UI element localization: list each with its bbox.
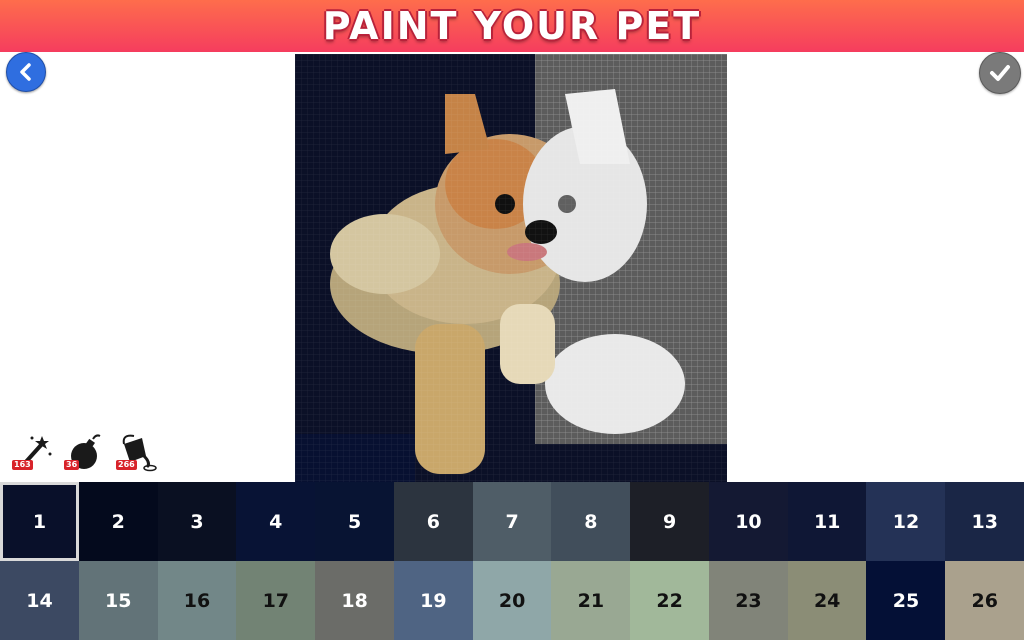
palette-swatch-label: 14 xyxy=(26,589,53,612)
palette-swatch-label: 12 xyxy=(892,510,920,533)
palette-swatch-label: 24 xyxy=(813,589,841,612)
chevron-left-icon xyxy=(20,63,31,81)
color-palette: 1 2 3 4 5 6 7 8 9 10 11 12 13 14 15 16 17 18 19 20 21 22 23 24 2… xyxy=(0,482,1024,640)
palette-swatch-label: 23 xyxy=(735,589,762,612)
bomb-tool[interactable]: 36 xyxy=(62,430,106,474)
palette-swatch-label: 6 xyxy=(426,510,440,533)
palette-swatch-22[interactable]: 22 xyxy=(630,561,710,640)
palette-swatch-15[interactable]: 15 xyxy=(78,561,158,640)
palette-swatch-17[interactable]: 17 xyxy=(236,561,316,640)
palette-swatch-24[interactable]: 24 xyxy=(787,561,867,640)
palette-swatch-label: 8 xyxy=(584,510,598,533)
palette-swatch-18[interactable]: 18 xyxy=(315,561,395,640)
palette-swatch-label: 26 xyxy=(971,589,998,612)
paint-bucket-tool[interactable]: 266 xyxy=(114,430,158,474)
palette-swatch-20[interactable]: 20 xyxy=(472,561,552,640)
palette-swatch-11[interactable]: 11 xyxy=(787,482,867,561)
palette-swatch-21[interactable]: 21 xyxy=(551,561,631,640)
palette-swatch-12[interactable]: 12 xyxy=(866,482,946,561)
paint-canvas[interactable] xyxy=(295,54,727,482)
palette-swatch-label: 25 xyxy=(892,589,920,612)
palette-swatch-14[interactable]: 14 xyxy=(0,561,79,640)
palette-swatch-label: 10 xyxy=(735,510,762,533)
palette-swatch-label: 19 xyxy=(420,589,447,612)
palette-swatch-3[interactable]: 3 xyxy=(157,482,237,561)
palette-swatch-label: 13 xyxy=(971,510,998,533)
confirm-button[interactable] xyxy=(979,52,1021,94)
palette-swatch-23[interactable]: 23 xyxy=(708,561,788,640)
palette-swatch-16[interactable]: 16 xyxy=(157,561,237,640)
palette-swatch-label: 11 xyxy=(813,510,841,533)
bomb-count: 36 xyxy=(64,460,80,470)
palette-swatch-8[interactable]: 8 xyxy=(551,482,631,561)
palette-swatch-6[interactable]: 6 xyxy=(393,482,473,561)
palette-swatch-19[interactable]: 19 xyxy=(393,561,473,640)
paint-bucket-count: 266 xyxy=(116,460,137,470)
palette-swatch-4[interactable]: 4 xyxy=(236,482,316,561)
palette-swatch-9[interactable]: 9 xyxy=(630,482,710,561)
magic-wand-count: 163 xyxy=(12,460,33,470)
palette-swatch-1[interactable]: 1 xyxy=(0,482,79,561)
palette-swatch-2[interactable]: 2 xyxy=(78,482,158,561)
checkmark-icon xyxy=(990,65,1010,81)
palette-swatch-label: 4 xyxy=(269,510,283,533)
palette-swatch-label: 5 xyxy=(347,510,362,533)
palette-swatch-7[interactable]: 7 xyxy=(472,482,552,561)
palette-swatch-5[interactable]: 5 xyxy=(315,482,395,561)
palette-swatch-label: 2 xyxy=(111,510,125,533)
palette-swatch-13[interactable]: 13 xyxy=(945,482,1024,561)
palette-swatch-label: 3 xyxy=(190,510,204,533)
palette-swatch-label: 1 xyxy=(32,510,47,533)
palette-swatch-26[interactable]: 26 xyxy=(945,561,1024,640)
palette-swatch-25[interactable]: 25 xyxy=(866,561,946,640)
page-title: PAINT YOUR PET xyxy=(322,4,702,48)
palette-swatch-label: 21 xyxy=(577,589,605,612)
palette-swatch-label: 20 xyxy=(498,589,526,612)
palette-swatch-label: 22 xyxy=(656,589,683,612)
palette-swatch-label: 9 xyxy=(663,510,677,533)
palette-swatch-label: 17 xyxy=(262,589,290,612)
magic-wand-tool[interactable]: 163 xyxy=(10,430,54,474)
palette-swatch-10[interactable]: 10 xyxy=(708,482,788,561)
palette-swatch-label: 15 xyxy=(105,589,132,612)
palette-swatch-label: 18 xyxy=(341,589,368,612)
palette-swatch-label: 16 xyxy=(183,589,211,612)
back-button[interactable] xyxy=(6,52,46,92)
palette-swatch-label: 7 xyxy=(505,510,519,533)
